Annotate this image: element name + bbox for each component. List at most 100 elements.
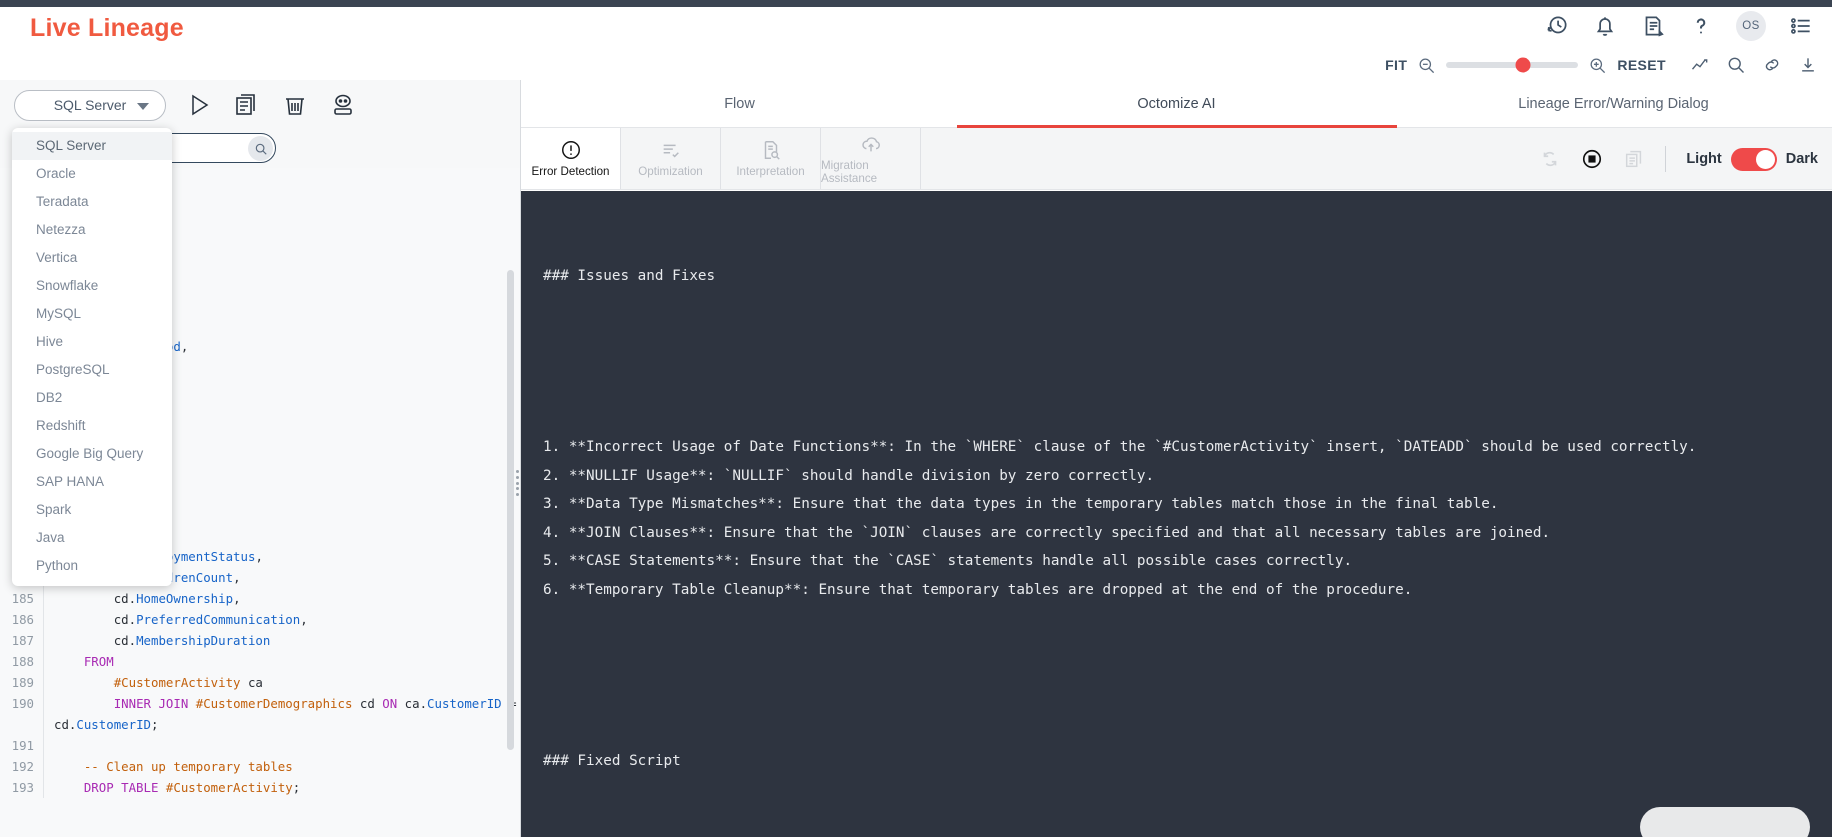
dialect-option-python[interactable]: Python [12, 552, 172, 580]
run-icon[interactable] [184, 90, 214, 120]
zoom-tool-icons [1690, 55, 1818, 75]
issue-item: 3. **Data Type Mismatches**: Ensure that… [543, 496, 1499, 512]
copy-icon[interactable] [1623, 148, 1645, 170]
download-icon[interactable] [1798, 55, 1818, 75]
line-number: 189 [0, 672, 44, 693]
search-icon[interactable] [248, 136, 273, 161]
editor-line: 187 cd.MembershipDuration [0, 630, 520, 651]
link-icon[interactable] [1762, 55, 1782, 75]
avatar-initials: OS [1742, 20, 1760, 32]
dialect-option-db2[interactable]: DB2 [12, 384, 172, 412]
issue-item: 6. **Temporary Table Cleanup**: Ensure t… [543, 581, 1413, 598]
chart-icon[interactable] [1690, 55, 1710, 75]
zoom-out-icon[interactable] [1417, 56, 1436, 75]
dialect-option-snowflake[interactable]: Snowflake [12, 272, 172, 300]
cloud-upload-icon [860, 133, 882, 155]
zoom-slider[interactable] [1446, 57, 1579, 73]
mode-label: Optimization [638, 165, 703, 178]
line-text [44, 735, 61, 756]
history-icon[interactable] [1544, 13, 1570, 39]
refresh-icon[interactable] [1539, 148, 1561, 170]
dialect-select[interactable]: SQL Server [14, 89, 166, 121]
editor-line: 190 INNER JOIN #CustomerDemographics cd … [0, 693, 520, 735]
dialect-option-netezza[interactable]: Netezza [12, 216, 172, 244]
menu-icon[interactable] [1788, 13, 1814, 39]
markdown-output: ### Issues and Fixes 1. **Incorrect Usag… [521, 205, 1832, 832]
dialect-option-mysql[interactable]: MySQL [12, 300, 172, 328]
dialect-option-postgresql[interactable]: PostgreSQL [12, 356, 172, 384]
mode-label: Error Detection [531, 165, 610, 178]
dialect-option-hive[interactable]: Hive [12, 328, 172, 356]
dialect-option-redshift[interactable]: Redshift [12, 412, 172, 440]
issue-item: 4. **JOIN Clauses**: Ensure that the `JO… [543, 524, 1551, 541]
dialect-dropdown-menu[interactable]: SQL Server Oracle Teradata Netezza Vertica Sn… [12, 128, 172, 586]
dialect-option-teradata[interactable]: Teradata [12, 188, 172, 216]
line-number: 186 [0, 609, 44, 630]
fit-button[interactable]: FIT [1385, 57, 1407, 73]
panel-splitter[interactable] [516, 470, 522, 496]
output-actions: Light Dark [1539, 128, 1818, 190]
tab-flow[interactable]: Flow [521, 80, 958, 127]
issues-list: 1. **Incorrect Usage of Date Functions**… [543, 433, 1810, 604]
editor-line: 193 DROP TABLE #CustomerActivity; [0, 777, 520, 798]
line-text: DROP TABLE #CustomerActivity; [83, 780, 301, 795]
right-panel: Flow Octomize AI Lineage Error/Warning Dia… [521, 80, 1832, 837]
issue-item: 2. **NULLIF Usage**: `NULLIF` should han… [543, 467, 1155, 484]
editor-line: 189 #CustomerActivity ca [0, 672, 520, 693]
dialect-select-value: SQL Server [53, 97, 127, 113]
app-brand: Live Lineage [30, 14, 184, 42]
theme-toggle-knob [1755, 149, 1775, 169]
line-text: FROM [83, 654, 114, 669]
tab-bar: Flow Octomize AI Lineage Error/Warning Dia… [521, 80, 1832, 128]
app-header: Live Lineage OS [0, 7, 1832, 50]
editor-line: 191 [0, 735, 520, 756]
mode-error-detection[interactable]: Error Detection [521, 128, 621, 189]
mode-label: Interpretation [736, 165, 805, 178]
delete-icon[interactable] [280, 90, 310, 120]
theme-toggle-group: Light Dark [1686, 147, 1818, 171]
document-edit-icon[interactable] [1640, 13, 1666, 39]
copy-icon[interactable] [232, 90, 262, 120]
reset-button[interactable]: RESET [1617, 57, 1666, 73]
dialect-option-sap-hana[interactable]: SAP HANA [12, 468, 172, 496]
line-text: cd.PreferredCommunication, [113, 612, 308, 627]
optimize-list-icon [660, 139, 682, 161]
help-icon[interactable] [1688, 13, 1714, 39]
mode-migration-assistance[interactable]: Migration Assistance [821, 128, 921, 189]
issue-item: 1. **Incorrect Usage of Date Functions**… [543, 439, 1697, 455]
line-text: INNER JOIN #CustomerDemographics cd ON c… [54, 696, 517, 732]
output-heading: ### Issues and Fixes [543, 268, 716, 284]
floating-action-pill[interactable] [1640, 807, 1810, 837]
search-icon[interactable] [1726, 55, 1746, 75]
dialect-option-vertica[interactable]: Vertica [12, 244, 172, 272]
mode-interpretation[interactable]: Interpretation [721, 128, 821, 189]
bell-icon[interactable] [1592, 13, 1618, 39]
dialect-option-sql-server[interactable]: SQL Server [12, 132, 172, 160]
line-text: -- Clean up temporary tables [54, 759, 293, 774]
header-icon-group: OS [1544, 11, 1814, 41]
dialect-option-oracle[interactable]: Oracle [12, 160, 172, 188]
mode-optimization[interactable]: Optimization [621, 128, 721, 189]
document-search-icon [760, 139, 782, 161]
avatar[interactable]: OS [1736, 11, 1766, 41]
zoom-slider-knob[interactable] [1515, 57, 1531, 73]
fixed-script-heading: ### Fixed Script [543, 752, 681, 769]
dialect-option-google-big-query[interactable]: Google Big Query [12, 440, 172, 468]
zoom-toolbar: FIT RESET [1385, 50, 1818, 80]
line-text: cd.HomeOwnership, [113, 591, 241, 606]
zoom-in-icon[interactable] [1588, 56, 1607, 75]
line-number: 191 [0, 735, 44, 756]
line-number: 192 [0, 756, 44, 777]
editor-line: 192 -- Clean up temporary tables [0, 756, 520, 777]
theme-toggle[interactable] [1730, 147, 1777, 171]
bot-icon[interactable] [328, 90, 358, 120]
editor-scrollbar[interactable] [507, 270, 514, 750]
dialect-option-spark[interactable]: Spark [12, 496, 172, 524]
tab-octomize-ai[interactable]: Octomize AI [958, 80, 1395, 127]
editor-line: 185 cd.HomeOwnership, [0, 588, 520, 609]
dialect-option-java[interactable]: Java [12, 524, 172, 552]
record-icon[interactable] [1581, 148, 1603, 170]
tab-lineage-error-warning-dialog[interactable]: Lineage Error/Warning Dialog [1395, 80, 1832, 127]
theme-dark-label: Dark [1785, 151, 1818, 167]
mode-toolbar: Error Detection Optimization Interpretatio… [521, 128, 1832, 190]
